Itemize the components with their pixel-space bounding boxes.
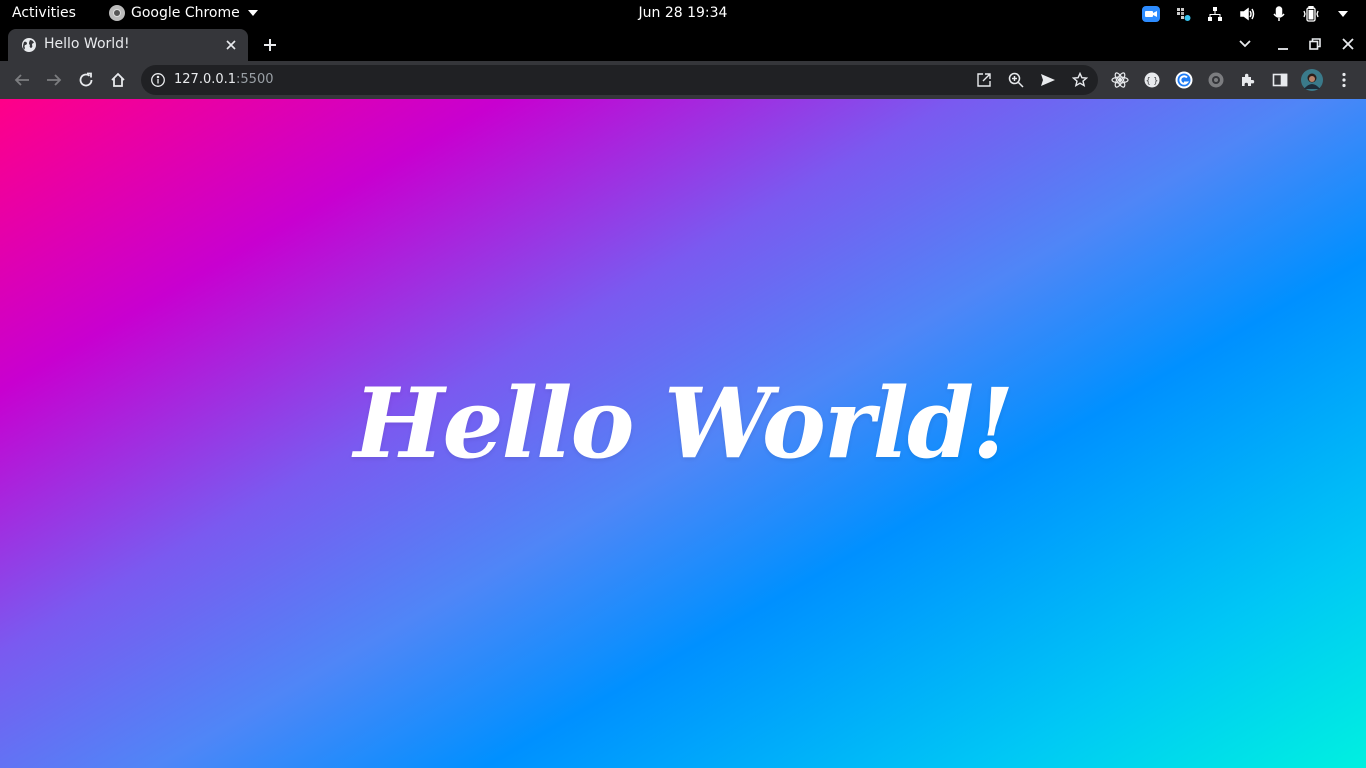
home-icon[interactable]	[108, 70, 128, 90]
chevron-down-icon	[247, 10, 258, 16]
chrome-app-icon	[109, 5, 125, 21]
react-devtools-icon[interactable]	[1110, 70, 1130, 90]
url-text[interactable]: 127.0.0.1:5500	[174, 72, 274, 87]
clock[interactable]: Jun 28 19:34	[639, 5, 728, 21]
volume-icon[interactable]	[1238, 5, 1256, 23]
back-icon[interactable]	[12, 70, 32, 90]
profile-avatar[interactable]	[1300, 68, 1324, 92]
grammarly-icon[interactable]	[1174, 70, 1194, 90]
bookmark-star-icon[interactable]	[1071, 71, 1089, 89]
open-in-app-icon[interactable]	[975, 71, 993, 89]
system-top-bar: Activities Google Chrome Jun 28 19:34	[0, 0, 1366, 27]
app-menu-label: Google Chrome	[131, 5, 240, 21]
minimize-icon[interactable]	[1273, 34, 1293, 54]
power-menu-icon[interactable]	[1334, 5, 1352, 23]
browser-toolbar: 127.0.0.1:5500 { }	[0, 61, 1366, 99]
tab-title: Hello World!	[44, 36, 130, 52]
side-panel-icon[interactable]	[1270, 70, 1290, 90]
network-icon[interactable]	[1206, 5, 1224, 23]
restore-icon[interactable]	[1305, 34, 1325, 54]
send-to-devices-icon[interactable]	[1039, 71, 1057, 89]
zoom-in-icon[interactable]	[1007, 71, 1025, 89]
zoom-icon[interactable]	[1142, 5, 1160, 23]
new-tab-button[interactable]	[259, 34, 281, 56]
app-menu[interactable]: Google Chrome	[109, 5, 258, 21]
reload-icon[interactable]	[76, 70, 96, 90]
url-host: 127.0.0.1	[174, 72, 237, 87]
hello-world-heading: Hello World!	[353, 367, 1015, 480]
page-viewport: Hello World!	[0, 99, 1366, 768]
close-window-icon[interactable]	[1338, 34, 1358, 54]
globe-icon	[21, 37, 37, 53]
system-tray[interactable]	[1142, 3, 1352, 25]
puzzle-icon[interactable]	[1238, 70, 1258, 90]
battery-icon[interactable]	[1302, 5, 1320, 23]
extension-icon[interactable]	[1206, 70, 1226, 90]
forward-icon[interactable]	[44, 70, 64, 90]
site-info-icon[interactable]	[150, 72, 166, 88]
address-bar[interactable]: 127.0.0.1:5500	[141, 65, 1098, 95]
tab-search-icon[interactable]	[1235, 34, 1255, 54]
more-menu-icon[interactable]	[1334, 70, 1354, 90]
tab-strip: Hello World!	[0, 27, 1366, 61]
close-tab-icon[interactable]	[222, 36, 240, 54]
microphone-icon[interactable]	[1270, 5, 1288, 23]
url-port: :5500	[236, 72, 274, 87]
activities-button[interactable]: Activities	[12, 5, 76, 21]
svg-text:{ }: { }	[1146, 76, 1159, 85]
tab-hello-world[interactable]: Hello World!	[8, 29, 248, 61]
slack-icon[interactable]	[1174, 5, 1192, 23]
extension-icon[interactable]: { }	[1142, 70, 1162, 90]
